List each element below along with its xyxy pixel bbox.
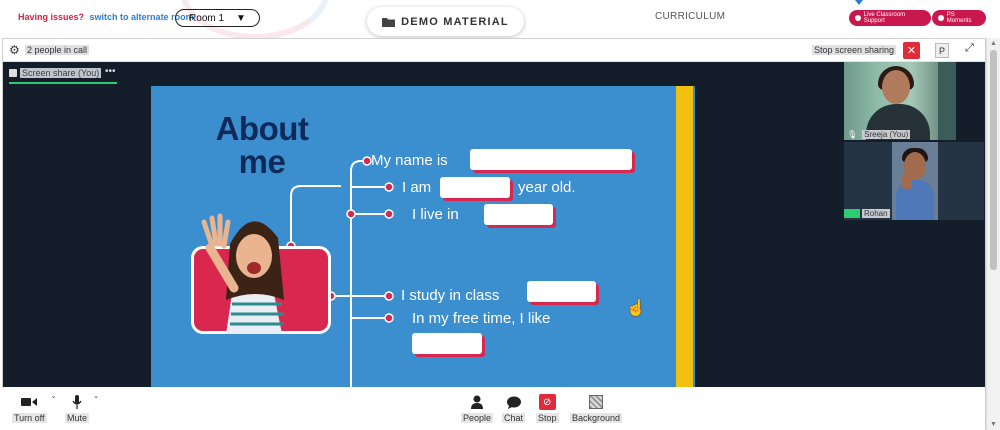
app-root: { "topbar": { "issues_label": "Having is… [0, 0, 1000, 430]
ps-moments-label: PS Moments [946, 12, 972, 24]
stop-share-button[interactable]: ⊘ Stop [536, 394, 559, 423]
slide-line-age-pre: I am [402, 179, 432, 196]
participant-tile[interactable]: Rohan [844, 142, 984, 220]
curriculum-tab[interactable]: CURRICULUM [655, 11, 725, 22]
scroll-down-icon[interactable]: ▼ [990, 421, 997, 428]
support-icon [855, 15, 861, 21]
background-label: Background [570, 413, 623, 423]
people-count: 2 people in call [25, 45, 90, 55]
live-support-label: Live Classroom Support [863, 12, 906, 24]
blank-name [470, 149, 632, 170]
chat-label: Chat [502, 413, 526, 423]
demo-material-label: DEMO MATERIAL [401, 15, 509, 28]
moments-icon [938, 15, 944, 21]
stop-label: Stop [536, 413, 559, 423]
turn-off-label: Turn off [12, 413, 47, 423]
chat-button[interactable]: Chat [502, 394, 526, 423]
mute-label: Mute [65, 413, 90, 423]
person-icon [471, 394, 484, 410]
video-stage: Screen share (You) ••• About me My name … [3, 62, 985, 387]
p-button[interactable]: P [935, 43, 949, 58]
stop-sharing-close-icon[interactable]: ✕ [903, 42, 920, 59]
caret-down-icon: ▼ [236, 12, 246, 24]
mute-button[interactable]: Mute ⌄ [65, 393, 99, 423]
chat-bubble-icon [506, 394, 521, 410]
screen-share-icon [9, 69, 17, 77]
ps-moments-button[interactable]: PS Moments [932, 10, 986, 26]
participant-name: Sreeja (You) [862, 129, 911, 139]
background-icon [589, 394, 604, 410]
top-bar: Having issues? switch to alternate room … [0, 0, 1000, 40]
call-toolbar: Turn off ⌄ Mute ⌄ People Chat ⊘ Stop Bac… [1, 388, 985, 430]
expand-icon[interactable]: ⤢ [965, 42, 974, 55]
blank-class [527, 281, 596, 302]
more-options-icon[interactable]: ••• [105, 66, 116, 77]
participant-name: Rohan [862, 208, 890, 218]
microphone-icon [72, 394, 82, 410]
background-button[interactable]: Background [570, 394, 623, 423]
live-support-button[interactable]: Live Classroom Support [849, 10, 931, 26]
participant-label: Rohan [844, 207, 890, 219]
screen-share-tab-label: Screen share (You) [20, 68, 102, 78]
slide-line-name: My name is [371, 152, 448, 169]
slide-line-live: I live in [412, 206, 459, 223]
participant-tile[interactable]: 🎙 Sreeja (You) [844, 62, 956, 140]
audio-level-icon [844, 208, 860, 218]
blank-age [440, 177, 510, 198]
issues-label: Having issues? [18, 12, 85, 22]
active-tab-indicator [9, 82, 117, 84]
slide-line-free-time: In my free time, I like [412, 310, 551, 327]
slide-line-age-post: year old. [518, 179, 576, 196]
people-label: People [461, 413, 494, 423]
scroll-up-icon[interactable]: ▲ [990, 40, 997, 47]
video-camera-icon [21, 394, 38, 410]
gear-icon[interactable]: ⚙ [9, 43, 20, 57]
participant-label: 🎙 Sreeja (You) [844, 128, 911, 140]
mouse-cursor-icon: ☝ [626, 300, 646, 317]
scrollbar-thumb[interactable] [990, 50, 997, 270]
people-button[interactable]: People [461, 394, 494, 423]
call-header: ⚙ 2 people in call Stop screen sharing ✕… [3, 39, 985, 62]
child-photo [201, 213, 284, 334]
microphone-icon: 🎙 [847, 129, 858, 139]
issues-notice: Having issues? switch to alternate room [18, 12, 194, 22]
folder-icon [382, 17, 396, 27]
slide-line-class: I study in class [401, 287, 500, 304]
participant-video [892, 142, 938, 220]
shared-slide: About me My name is I am year old. I liv… [151, 86, 695, 387]
blank-free-time [412, 333, 482, 354]
blank-live [484, 204, 553, 225]
room-select-value: Room 1 [189, 12, 225, 24]
chevron-down-icon[interactable]: ⌄ [51, 392, 57, 400]
stop-share-icon: ⊘ [538, 394, 556, 410]
turn-off-camera-button[interactable]: Turn off ⌄ [12, 393, 57, 423]
pointer-arrow-icon [855, 0, 863, 5]
room-select[interactable]: Room 1 ▼ [175, 9, 260, 27]
page-scrollbar[interactable]: ▲ ▼ [986, 38, 1000, 430]
demo-material-button[interactable]: DEMO MATERIAL [367, 7, 524, 36]
call-window: ⚙ 2 people in call Stop screen sharing ✕… [1, 38, 986, 430]
chevron-down-icon[interactable]: ⌄ [93, 392, 99, 400]
stop-screen-sharing-label[interactable]: Stop screen sharing [812, 45, 897, 55]
screen-share-tab[interactable]: Screen share (You) [9, 68, 102, 78]
